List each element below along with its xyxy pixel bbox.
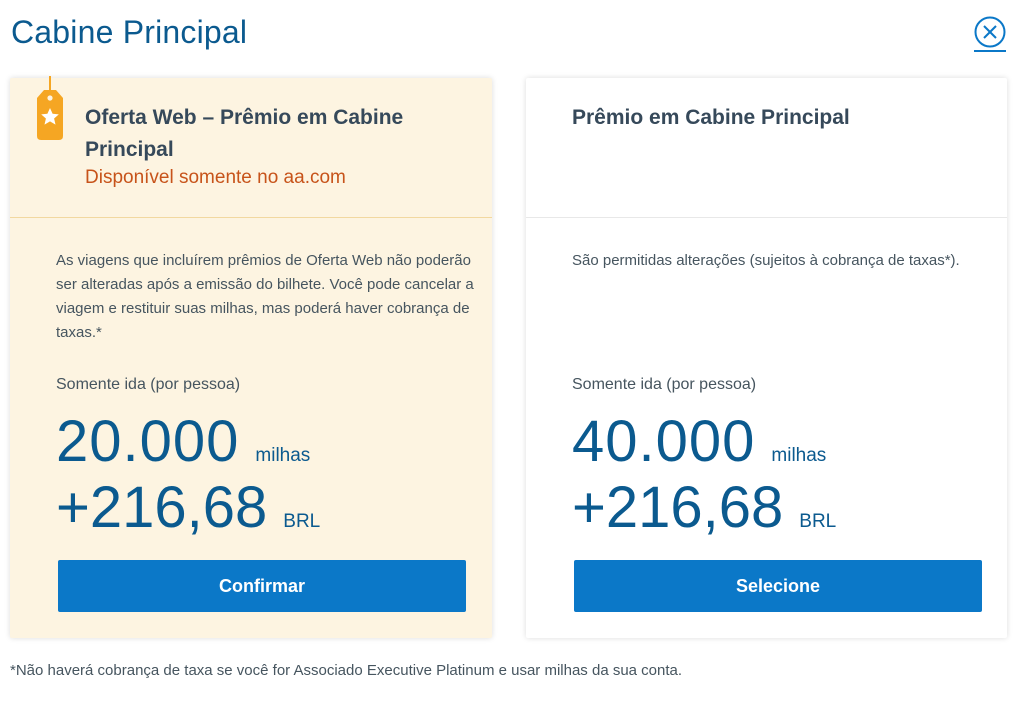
fare-type-label: Somente ida (por pessoa)	[56, 376, 241, 393]
miles-unit: milhas	[771, 445, 827, 466]
fee-currency: BRL	[283, 511, 321, 532]
card-header: Oferta Web – Prêmio em Cabine Principal …	[10, 76, 492, 218]
close-circle-icon	[974, 16, 1006, 48]
fee-amount: +216,68	[572, 475, 784, 540]
confirm-button[interactable]: Confirmar	[58, 560, 466, 612]
card-description: São permitidas alterações (sujeitos à co…	[572, 252, 960, 269]
card-header: Prêmio em Cabine Principal	[526, 78, 1007, 218]
select-button[interactable]: Selecione	[574, 560, 982, 612]
offer-card-standard: Prêmio em Cabine Principal São permitida…	[526, 78, 1007, 638]
miles-price: 40.000 milhas	[572, 408, 826, 475]
miles-unit: milhas	[255, 445, 311, 466]
star-tag-icon	[37, 76, 63, 140]
close-underline	[974, 50, 1006, 52]
fee-price: +216,68 BRL	[56, 474, 320, 541]
miles-amount: 40.000	[572, 409, 756, 474]
footnote: *Não haverá cobrança de taxa se você for…	[10, 662, 683, 679]
offer-card-web: Oferta Web – Prêmio em Cabine Principal …	[10, 76, 492, 638]
miles-price: 20.000 milhas	[56, 408, 310, 475]
availability-note: Disponível somente no aa.com	[85, 167, 346, 188]
miles-amount: 20.000	[56, 409, 240, 474]
fee-price: +216,68 BRL	[572, 474, 836, 541]
fee-currency: BRL	[799, 511, 837, 532]
fee-amount: +216,68	[56, 475, 268, 540]
card-title: Oferta Web – Prêmio em Cabine Principal	[85, 106, 404, 161]
page-title: Cabine Principal	[11, 14, 248, 50]
close-button[interactable]	[972, 15, 1008, 55]
fare-type-label: Somente ida (por pessoa)	[572, 376, 757, 393]
card-description: As viagens que incluírem prêmios de Ofer…	[56, 252, 474, 341]
card-title: Prêmio em Cabine Principal	[572, 106, 850, 129]
